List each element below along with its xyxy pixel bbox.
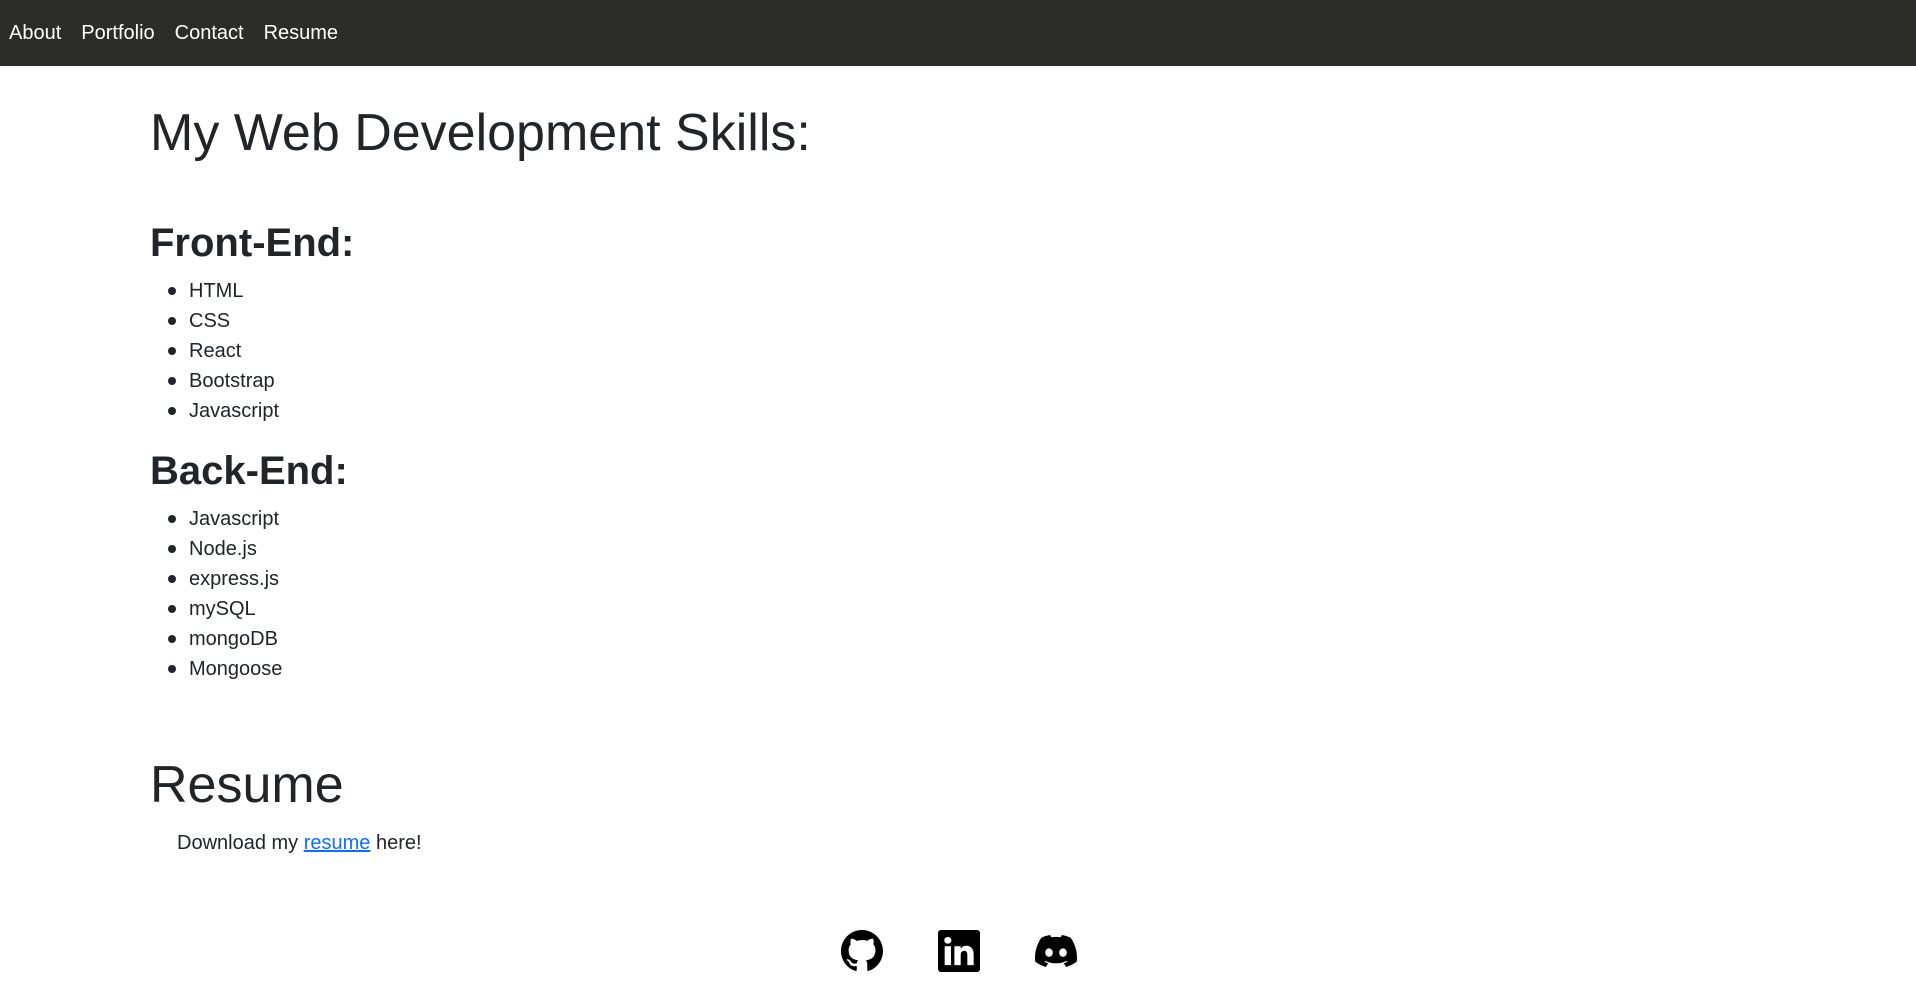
skill-label: Bootstrap: [189, 370, 275, 392]
bullet-icon: [168, 347, 176, 355]
nav-link-portfolio[interactable]: Portfolio: [81, 23, 154, 43]
resume-title: Resume: [150, 756, 344, 814]
frontend-skill-list: HTML CSS React Bootstrap Javascript: [168, 276, 280, 426]
skill-item: mongoDB: [168, 624, 282, 654]
linkedin-icon-graphic: [938, 930, 980, 972]
skill-label: Javascript: [189, 508, 280, 530]
backend-skill-list: Javascript Node.js express.js mySQL mong…: [168, 504, 283, 684]
top-navbar: About Portfolio Contact Resume: [0, 0, 1916, 66]
skill-item: mySQL: [168, 594, 282, 624]
skill-label: HTML: [189, 280, 244, 302]
skill-item: Javascript: [168, 396, 280, 426]
resume-text-before: Download my: [177, 832, 304, 854]
skill-item: Javascript: [168, 504, 282, 534]
bullet-icon: [168, 515, 176, 523]
bullet-icon: [168, 605, 176, 613]
bullet-icon: [168, 407, 176, 415]
skill-item: Node.js: [168, 534, 282, 564]
skill-item: React: [168, 336, 279, 366]
linkedin-icon[interactable]: [938, 930, 980, 972]
resume-text-after: here!: [370, 832, 422, 854]
discord-icon-graphic: [1035, 934, 1077, 967]
skill-item: Bootstrap: [168, 366, 279, 396]
skill-item: CSS: [168, 306, 279, 336]
nav-link-about[interactable]: About: [9, 23, 61, 43]
bullet-icon: [168, 575, 176, 583]
backend-heading: Back-End:: [150, 449, 348, 493]
bullet-icon: [168, 665, 176, 673]
frontend-heading: Front-End:: [150, 221, 355, 265]
skill-item: HTML: [168, 276, 279, 306]
skill-label: React: [189, 340, 242, 362]
bullet-icon: [168, 545, 176, 553]
github-icon-graphic: [841, 930, 883, 971]
bullet-icon: [168, 287, 176, 295]
social-footer: [0, 930, 1916, 974]
nav-link-contact[interactable]: Contact: [175, 23, 244, 43]
skill-item: express.js: [168, 564, 282, 594]
skill-label: express.js: [189, 568, 280, 590]
skills-title: My Web Development Skills:: [150, 104, 811, 162]
resume-download-link[interactable]: resume: [304, 832, 371, 854]
bullet-icon: [168, 635, 176, 643]
bullet-icon: [168, 377, 176, 385]
bullet-icon: [168, 317, 176, 325]
skill-label: CSS: [189, 310, 231, 332]
skill-label: mySQL: [189, 598, 256, 620]
skill-label: Javascript: [189, 400, 280, 422]
resume-download-text: Download my resume here!: [177, 828, 422, 858]
skill-item: Mongoose: [168, 654, 283, 684]
discord-icon[interactable]: [1035, 930, 1077, 972]
github-icon[interactable]: [841, 930, 883, 972]
skill-label: mongoDB: [189, 628, 278, 650]
skill-label: Mongoose: [189, 658, 283, 680]
skill-label: Node.js: [189, 538, 257, 560]
nav-link-resume[interactable]: Resume: [264, 23, 338, 43]
